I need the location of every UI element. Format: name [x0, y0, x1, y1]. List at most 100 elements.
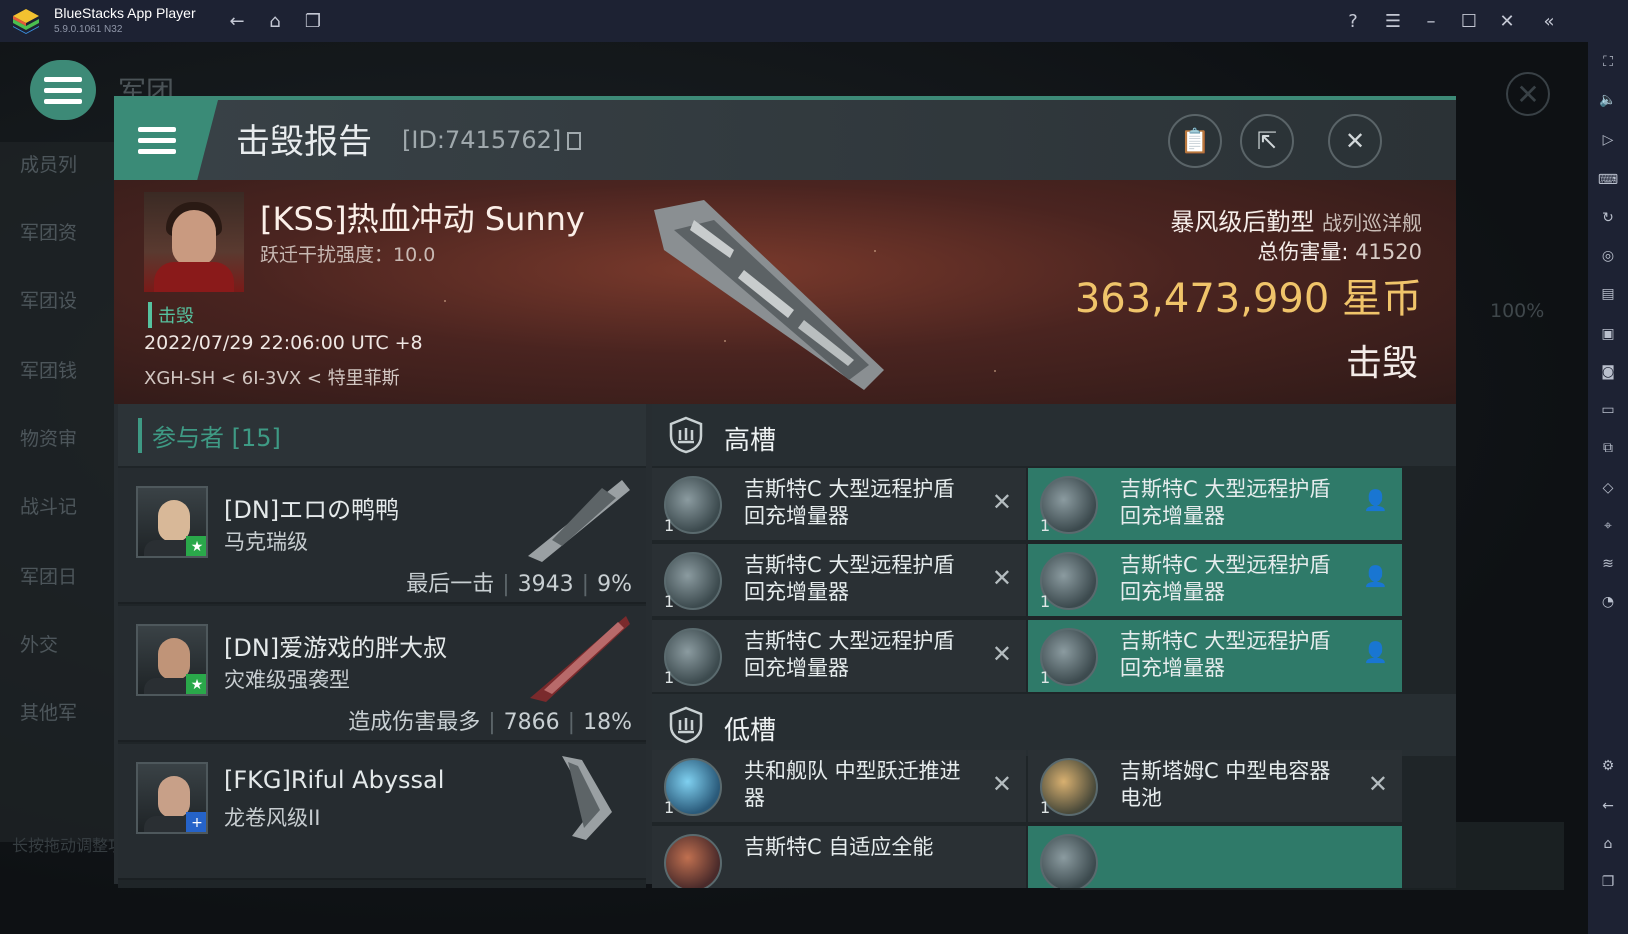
game-viewport: 成员列 军团资 军团设 军团钱 物资审 战斗记 军团日 外交 其他军 军团 ✕ … [0, 42, 1588, 934]
module-quantity: 1 [664, 592, 675, 611]
module-item[interactable]: 1 共和舰队 中型跃迁推进器 ✕ [652, 750, 1026, 822]
keyboard-icon[interactable]: ⌨ [1596, 168, 1620, 192]
screenshot-icon[interactable]: ◙ [1596, 360, 1620, 384]
rotate-icon[interactable]: ↻ [1596, 206, 1620, 230]
module-item[interactable]: 1 吉斯特C 大型远程护盾回充增量器 👤 [1028, 468, 1402, 540]
participant-damage: 7866 [503, 710, 560, 735]
high-slot-title: 高槽 [724, 426, 777, 456]
participant-row[interactable]: ★ [DN]爱游戏的胖大叔 灾难级强袭型 造成伤害最多 | 7866 | 18% [118, 606, 646, 742]
back-icon[interactable]: ← [224, 8, 250, 34]
low-slot-header: 低槽 [652, 694, 1456, 756]
settings-gear-icon[interactable]: ⚙ [1596, 754, 1620, 778]
dropped-person-icon: 👤 [1363, 488, 1388, 512]
module-quantity: 1 [1040, 668, 1051, 687]
volume-icon[interactable]: 🔈 [1596, 88, 1620, 112]
close-dialog-button[interactable]: ✕ [1328, 114, 1382, 168]
destroyed-x-icon: ✕ [991, 564, 1012, 592]
clipboard-icon: 📋 [1180, 127, 1210, 155]
victim-name[interactable]: [KSS]热血冲动 Sunny [260, 194, 585, 240]
avatar: + [136, 762, 208, 834]
bg-side-item: 成员列 [20, 154, 78, 176]
maximize-icon[interactable]: ☐ [1456, 8, 1482, 34]
avatar: ★ [136, 486, 208, 558]
minimize-icon[interactable]: – [1418, 8, 1444, 34]
star-icon: ★ [186, 536, 206, 556]
participant-name: [FKG]Riful Abyssal [224, 766, 445, 794]
share-icon: ⇱ [1256, 127, 1278, 155]
high-slot-header: 高槽 [652, 404, 1456, 466]
participant-ship: 灾难级强袭型 [224, 668, 350, 692]
module-item[interactable] [1028, 826, 1402, 888]
module-item[interactable]: 1 吉斯特C 大型远程护盾回充增量器 👤 [1028, 544, 1402, 616]
rail-home-icon[interactable]: ⌂ [1596, 832, 1620, 856]
module-item[interactable]: 1 吉斯特C 大型远程护盾回充增量器 ✕ [652, 544, 1026, 616]
share-button[interactable]: ⇱ [1240, 114, 1294, 168]
module-item[interactable]: 1 吉斯特C 大型远程护盾回充增量器 👤 [1028, 620, 1402, 692]
bg-side-item: 军团设 [20, 290, 78, 312]
victim-portrait [144, 192, 244, 292]
destroyed-x-icon: ✕ [991, 640, 1012, 668]
sync-icon[interactable]: ◎ [1596, 244, 1620, 268]
participant-row[interactable]: + [FKG]Riful Abyssal 龙卷风级II [118, 744, 646, 880]
clipboard-button[interactable]: 📋 [1168, 114, 1222, 168]
bluestacks-logo-icon [13, 9, 39, 34]
report-id-text: [ID:7415762] [402, 126, 562, 154]
kill-report-dialog: 击毁报告 [ID:7415762] 📋 ⇱ ✕ [KSS]热血冲动 Sunny … [114, 96, 1456, 888]
report-id[interactable]: [ID:7415762] [402, 126, 582, 154]
bluestacks-side-toolbar: ⛶ 🔈 ▷ ⌨ ↻ ◎ ▤ ▣ ◙ ▭ ⧉ ◇ ⌖ ≋ ◔ ⚙ ← ⌂ ❐ [1588, 42, 1628, 934]
dialog-menu-button[interactable] [114, 100, 218, 180]
kill-location[interactable]: XGH-SH < 6I-3VX < 特里菲斯 [144, 364, 400, 390]
module-item[interactable]: 1 吉斯塔姆C 中型电容器电池 ✕ [1028, 750, 1402, 822]
macro-icon[interactable]: ▤ [1596, 282, 1620, 306]
location-icon[interactable]: ⌖ [1596, 514, 1620, 538]
collapse-sidebar-icon[interactable]: « [1536, 8, 1562, 34]
eco-mode-icon[interactable]: ◔ [1596, 590, 1620, 614]
apk-icon[interactable]: ▣ [1596, 322, 1620, 346]
participants-panel: 参与者 [15] ★ [DN]エロの鸭鸭 马克瑞级 最后一击 | 3943 | 9% ★… [118, 404, 646, 888]
participant-row[interactable]: ★ [DN]エロの鸭鸭 马克瑞级 最后一击 | 3943 | 9% [118, 468, 646, 604]
low-slot-shield-icon [669, 706, 703, 744]
participant-ship-image [562, 756, 612, 840]
erase-icon[interactable]: ◇ [1596, 476, 1620, 500]
module-name: 吉斯特C 大型远程护盾回充增量器 [1120, 629, 1331, 680]
rail-recent-icon[interactable]: ❐ [1596, 870, 1620, 894]
module-quantity: 1 [664, 668, 675, 687]
ship-name: 暴风级后勤型 [1170, 208, 1315, 236]
module-name: 吉斯特C 大型远程护盾回充增量器 [1120, 553, 1331, 604]
star-icon: ★ [186, 674, 206, 694]
app-version: 5.9.0.1061 N32 [54, 24, 123, 35]
participant-ship: 龙卷风级II [224, 806, 321, 830]
menu-icon[interactable]: ☰ [1380, 8, 1406, 34]
dropped-person-icon: 👤 [1363, 564, 1388, 588]
module-name: 吉斯特C 大型远程护盾回充增量器 [1120, 477, 1331, 528]
dialog-title: 击毁报告 [236, 122, 372, 162]
copy-icon[interactable] [567, 132, 582, 150]
help-icon[interactable]: ? [1340, 8, 1366, 34]
play-icon[interactable]: ▷ [1596, 128, 1620, 152]
home-icon[interactable]: ⌂ [262, 8, 288, 34]
ship-class: 暴风级后勤型 战列巡洋舰 [1170, 202, 1422, 237]
close-icon[interactable]: ✕ [1494, 8, 1520, 34]
module-item[interactable]: 吉斯特C 自适应全能 [652, 826, 1026, 888]
module-item[interactable]: 1 吉斯特C 大型远程护盾回充增量器 ✕ [652, 620, 1026, 692]
background-sidebar: 成员列 军团资 军团设 军团钱 物资审 战斗记 军团日 外交 其他军 [0, 142, 118, 842]
total-damage: 总伤害量: 41520 [1257, 236, 1422, 266]
module-quantity: 1 [1040, 798, 1051, 817]
module-item[interactable]: 1 吉斯特C 大型远程护盾回充增量器 ✕ [652, 468, 1026, 540]
multi-instance-icon[interactable]: ⧉ [1596, 436, 1620, 460]
module-quantity: 1 [1040, 516, 1051, 535]
total-damage-value: 41520 [1355, 240, 1422, 264]
folder-icon[interactable]: ▭ [1596, 398, 1620, 422]
layers-icon[interactable]: ≋ [1596, 552, 1620, 576]
dropped-person-icon: 👤 [1363, 640, 1388, 664]
fullscreen-icon[interactable]: ⛶ [1596, 50, 1620, 74]
participant-ship: 马克瑞级 [224, 530, 308, 554]
recent-apps-icon[interactable]: ❐ [300, 8, 326, 34]
bg-side-item: 军团日 [20, 566, 78, 588]
rail-back-icon[interactable]: ← [1596, 794, 1620, 818]
participant-stats: 最后一击 | 3943 | 9% [406, 572, 632, 597]
warp-disruption: 跃迁干扰强度：10.0 [260, 244, 436, 266]
total-damage-label: 总伤害量: [1257, 240, 1349, 264]
bg-side-item: 物资审 [20, 428, 78, 450]
module-quantity: 1 [1040, 592, 1051, 611]
